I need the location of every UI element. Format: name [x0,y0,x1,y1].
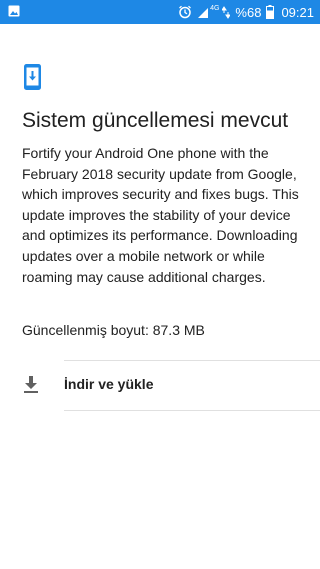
battery-percent: %68 [235,4,262,20]
download-install-label: İndir ve yükle [64,376,154,392]
status-bar: 4G %68 09:21 [0,0,320,24]
update-size: Güncellenmiş boyut: 87.3 MB [22,322,205,338]
alarm-icon [178,5,192,19]
download-icon [23,376,39,399]
system-update-icon [24,64,41,95]
data-arrows-icon [222,5,231,19]
status-left [8,5,20,20]
network-type: 4G [210,4,220,12]
signal-icon [197,6,209,19]
divider [64,410,320,411]
status-right: 4G %68 09:21 [178,5,314,20]
download-install-button[interactable]: İndir ve yükle [0,361,320,410]
page-title: Sistem güncellemesi mevcut [22,109,289,132]
clock: 09:21 [281,4,314,20]
battery-icon [266,5,275,19]
image-icon [8,5,20,20]
update-description: Fortify your Android One phone with the … [22,145,299,285]
